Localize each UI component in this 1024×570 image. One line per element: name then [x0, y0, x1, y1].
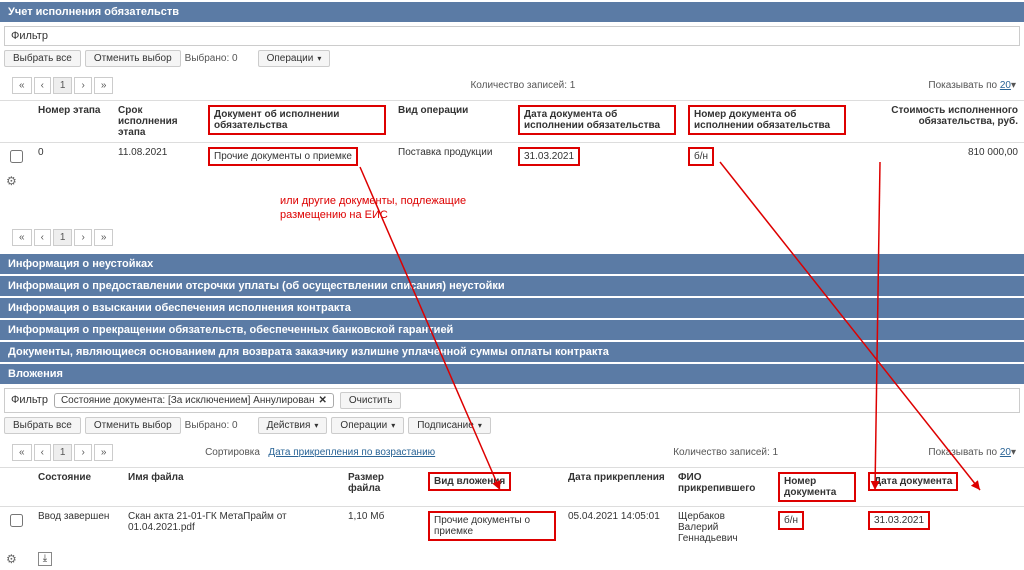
col-filename: Имя файла — [122, 467, 342, 506]
col-doc-exec: Документ об исполнении обязательства — [208, 105, 386, 135]
pager-top-2: « ‹ 1 › » — [12, 444, 113, 461]
show-per-page-label-2: Показывать по — [928, 447, 997, 458]
records-count: Количество записей: 1 — [117, 80, 928, 91]
col-op-type: Вид операции — [392, 101, 512, 143]
cell-attached-by: Щербаков Валерий Геннадьевич — [672, 506, 772, 548]
cell-doc-no: б/н — [688, 147, 714, 166]
col-stage-deadline: Срок исполнения этапа — [112, 101, 202, 143]
sort-link[interactable]: Дата прикрепления по возрастанию — [268, 447, 435, 458]
chevron-down-icon: ▾ — [1011, 447, 1016, 458]
cell-attach-type: Прочие документы о приемке — [428, 511, 556, 541]
cell-state: Ввод завершен — [32, 506, 122, 548]
col-stage-no: Номер этапа — [32, 101, 112, 143]
section-penalties[interactable]: Информация о неустойках — [0, 254, 1024, 274]
pager-bottom-1: « ‹ 1 › » — [12, 229, 113, 246]
pager-last[interactable]: » — [94, 444, 114, 461]
pager-prev[interactable]: ‹ — [34, 444, 51, 461]
show-per-page-label: Показывать по — [928, 80, 997, 91]
records-count-2: Количество записей: 1 — [523, 447, 929, 458]
pager-page[interactable]: 1 — [53, 77, 73, 94]
section-recovery[interactable]: Информация о взыскании обеспечения испол… — [0, 298, 1024, 318]
annotation-text: или другие документы, подлежащие размеще… — [280, 194, 1024, 223]
pager-page[interactable]: 1 — [53, 229, 73, 246]
row-checkbox[interactable] — [10, 150, 23, 163]
pager-top: « ‹ 1 › » — [12, 77, 113, 94]
chevron-down-icon: ▾ — [1011, 80, 1016, 91]
table-row[interactable]: 0 11.08.2021 Прочие документы о приемке … — [0, 143, 1024, 171]
cell-doc-date-2: 31.03.2021 — [868, 511, 930, 530]
filter-bar-2: Фильтр Состояние документа: [За исключен… — [4, 388, 1020, 413]
col-doc-no: Номер документа об исполнении обязательс… — [688, 105, 846, 135]
close-icon[interactable]: ✕ — [319, 395, 327, 406]
cell-attach-date: 05.04.2021 14:05:01 — [562, 506, 672, 548]
filter-label: Фильтр — [11, 30, 48, 42]
cell-doc-exec: Прочие документы о приемке — [208, 147, 358, 166]
table-row[interactable]: Ввод завершен Скан акта 21-01-ГК МетаПра… — [0, 506, 1024, 548]
section-obligations[interactable]: Учет исполнения обязательств — [0, 2, 1024, 22]
pager-next[interactable]: › — [74, 444, 91, 461]
operations-dropdown-2[interactable]: Операции — [331, 417, 404, 434]
pager-last[interactable]: » — [94, 229, 114, 246]
pager-first[interactable]: « — [12, 444, 32, 461]
actions-dropdown[interactable]: Действия — [258, 417, 328, 434]
pager-next[interactable]: › — [74, 229, 91, 246]
col-filesize: Размер файла — [342, 467, 422, 506]
pager-last[interactable]: » — [94, 77, 114, 94]
cell-op-type: Поставка продукции — [392, 143, 512, 171]
gear-icon[interactable]: ⚙ — [6, 174, 17, 188]
selected-count-2: Выбрано: 0 — [185, 420, 238, 431]
col-doc-date-2: Дата документа — [868, 472, 958, 491]
show-per-page-value[interactable]: 20 — [1000, 80, 1011, 91]
cell-doc-date: 31.03.2021 — [518, 147, 580, 166]
cell-filename: Скан акта 21-01-ГК МетаПрайм от 01.04.20… — [122, 506, 342, 548]
pager-prev[interactable]: ‹ — [34, 77, 51, 94]
col-cost: Стоимость исполненного обязательства, ру… — [852, 101, 1024, 143]
gear-icon[interactable]: ⚙ — [6, 552, 17, 566]
attachments-table: Состояние Имя файла Размер файла Вид вло… — [0, 467, 1024, 570]
obligations-table: Номер этапа Срок исполнения этапа Докуме… — [0, 100, 1024, 192]
deselect-button-2[interactable]: Отменить выбор — [85, 417, 181, 434]
pager-next[interactable]: › — [74, 77, 91, 94]
col-attach-type: Вид вложения — [428, 472, 511, 491]
row-checkbox[interactable] — [10, 514, 23, 527]
select-all-button-2[interactable]: Выбрать все — [4, 417, 81, 434]
cell-filesize: 1,10 Мб — [342, 506, 422, 548]
col-state: Состояние — [32, 467, 122, 506]
signing-dropdown[interactable]: Подписание — [408, 417, 491, 434]
cell-cost: 810 000,00 — [852, 143, 1024, 171]
show-per-page-value-2[interactable]: 20 — [1000, 447, 1011, 458]
section-termination[interactable]: Информация о прекращении обязательств, о… — [0, 320, 1024, 340]
selected-count: Выбрано: 0 — [185, 53, 238, 64]
section-attachments[interactable]: Вложения — [0, 364, 1024, 384]
section-refund[interactable]: Документы, являющиеся основанием для воз… — [0, 342, 1024, 362]
pager-first[interactable]: « — [12, 77, 32, 94]
section-deferment[interactable]: Информация о предоставлении отсрочки упл… — [0, 276, 1024, 296]
cell-doc-no-2: б/н — [778, 511, 804, 530]
col-doc-no-2: Номер документа — [778, 472, 856, 502]
clear-button[interactable]: Очистить — [340, 392, 402, 409]
sort-label: Сортировка — [205, 447, 260, 458]
select-all-button[interactable]: Выбрать все — [4, 50, 81, 67]
pager-prev[interactable]: ‹ — [34, 229, 51, 246]
filter-bar-1: Фильтр — [4, 26, 1020, 46]
pager-page[interactable]: 1 — [53, 444, 73, 461]
cell-stage-no: 0 — [32, 143, 112, 171]
pager-first[interactable]: « — [12, 229, 32, 246]
download-icon[interactable]: ⤓ — [38, 552, 52, 566]
col-attached-by: ФИО прикрепившего — [672, 467, 772, 506]
col-doc-date: Дата документа об исполнении обязательст… — [518, 105, 676, 135]
col-attach-date: Дата прикрепления — [562, 467, 672, 506]
filter-label-2: Фильтр — [11, 394, 48, 406]
filter-chip[interactable]: Состояние документа: [За исключением] Ан… — [54, 393, 334, 408]
operations-dropdown[interactable]: Операции — [258, 50, 331, 67]
deselect-button[interactable]: Отменить выбор — [85, 50, 181, 67]
cell-stage-deadline: 11.08.2021 — [112, 143, 202, 171]
